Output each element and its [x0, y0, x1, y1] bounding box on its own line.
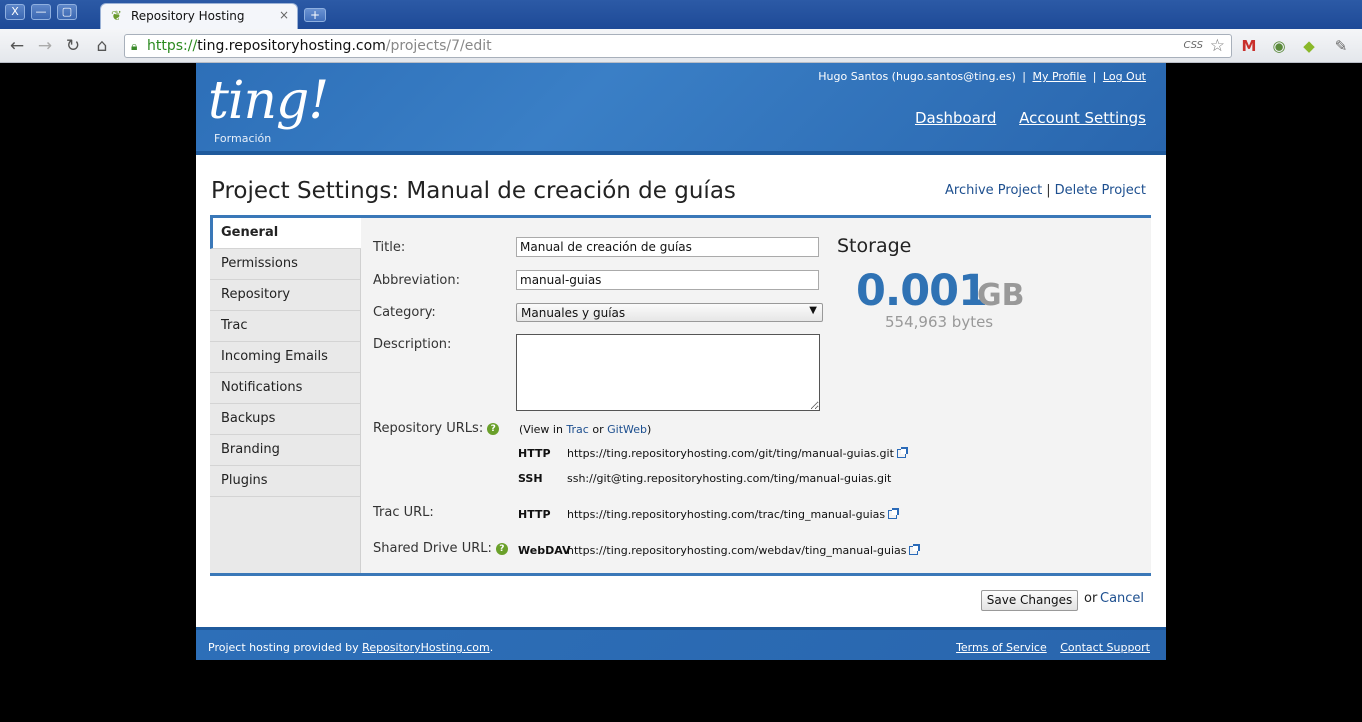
trac-url-label: Trac URL: — [373, 505, 434, 520]
my-profile-link[interactable]: My Profile — [1032, 70, 1086, 83]
user-bar: Hugo Santos (hugo.santos@ting.es) | My P… — [818, 70, 1146, 83]
feedly-extension-icon[interactable]: ◆ — [1298, 35, 1320, 57]
dropdown-arrow-icon: ▼ — [809, 305, 817, 316]
repo-http-url[interactable]: https://ting.repositoryhosting.com/git/t… — [567, 447, 908, 460]
or-text: or — [1084, 591, 1098, 606]
repo-ssh-url: ssh://git@ting.repositoryhosting.com/tin… — [567, 472, 892, 485]
repo-ssh-protocol: SSH — [518, 472, 543, 485]
view-in-links: (View in Trac or GitWeb) — [519, 423, 652, 436]
reload-icon[interactable]: ↻ — [62, 35, 84, 57]
external-link-icon[interactable] — [896, 447, 908, 458]
window-close-button[interactable]: X — [5, 4, 25, 20]
site-footer: Project hosting provided by RepositoryHo… — [196, 627, 1166, 660]
external-link-icon[interactable] — [888, 508, 900, 519]
separator: | — [1046, 183, 1051, 198]
trac-url[interactable]: https://ting.repositoryhosting.com/trac/… — [567, 508, 900, 521]
settings-sidebar: General Permissions Repository Trac Inco… — [210, 218, 361, 573]
window-minimize-button[interactable]: — — [31, 4, 51, 20]
browser-tab-bar: X — ▢ ❦ Repository Hosting × + — [0, 0, 1362, 29]
sidebar-item-incoming-emails[interactable]: Incoming Emails — [210, 342, 360, 373]
site-header: ting! Formación Hugo Santos (hugo.santos… — [196, 63, 1166, 155]
sidebar-item-permissions[interactable]: Permissions — [210, 249, 360, 280]
sidebar-item-notifications[interactable]: Notifications — [210, 373, 360, 404]
repository-urls-label: Repository URLs:? — [373, 421, 500, 436]
storage-value: 0.001 — [856, 266, 988, 316]
address-bar[interactable]: 🔒︎ https://ting.repositoryhosting.com/pr… — [124, 34, 1232, 58]
page-title: Project Settings: Manual de creación de … — [211, 178, 736, 204]
address-url: https://ting.repositoryhosting.com/proje… — [147, 38, 492, 54]
dashboard-link[interactable]: Dashboard — [915, 109, 996, 127]
organization-name: Formación — [214, 132, 272, 145]
web-page: ting! Formación Hugo Santos (hugo.santos… — [196, 63, 1166, 660]
save-changes-button[interactable]: Save Changes — [981, 590, 1078, 611]
leaf-favicon-icon: ❦ — [111, 9, 122, 24]
title-label: Title: — [373, 240, 406, 255]
settings-panel: General Permissions Repository Trac Inco… — [210, 215, 1151, 576]
sidebar-item-backups[interactable]: Backups — [210, 404, 360, 435]
footer-credit: Project hosting provided by RepositoryHo… — [208, 641, 494, 654]
archive-project-link[interactable]: Archive Project — [945, 183, 1042, 198]
log-out-link[interactable]: Log Out — [1103, 70, 1146, 83]
sidebar-item-branding[interactable]: Branding — [210, 435, 360, 466]
storage-unit: GB — [977, 278, 1025, 313]
category-label: Category: — [373, 305, 436, 320]
terms-of-service-link[interactable]: Terms of Service — [956, 641, 1047, 654]
sidebar-item-trac[interactable]: Trac — [210, 311, 360, 342]
evernote-extension-icon[interactable]: ◉ — [1268, 35, 1290, 57]
back-icon[interactable]: ← — [6, 35, 28, 57]
browser-tab[interactable]: ❦ Repository Hosting × — [100, 3, 298, 29]
lock-icon: 🔒︎ — [131, 39, 138, 53]
title-input[interactable] — [516, 237, 819, 257]
abbreviation-input[interactable] — [516, 270, 819, 290]
category-select[interactable]: Manuales y guías ▼ — [516, 303, 823, 322]
description-label: Description: — [373, 337, 452, 352]
forward-icon[interactable]: → — [34, 35, 56, 57]
browser-toolbar: ← → ↻ ⌂ 🔒︎ https://ting.repositoryhostin… — [0, 29, 1362, 63]
contact-support-link[interactable]: Contact Support — [1060, 641, 1150, 654]
bookmark-star-icon[interactable]: ☆ — [1210, 36, 1225, 56]
webdav-protocol: WebDAV — [518, 544, 571, 557]
new-tab-button[interactable]: + — [304, 8, 326, 22]
css-indicator[interactable]: CSS — [1183, 40, 1203, 51]
tab-close-icon[interactable]: × — [279, 8, 289, 22]
project-actions: Archive Project | Delete Project — [945, 183, 1146, 198]
tab-title: Repository Hosting — [131, 9, 245, 23]
shared-drive-url[interactable]: https://ting.repositoryhosting.com/webda… — [567, 544, 921, 557]
repo-http-protocol: HTTP — [518, 447, 551, 460]
user-name: Hugo Santos (hugo.santos@ting.es) — [818, 70, 1016, 83]
repositoryhosting-link[interactable]: RepositoryHosting.com — [362, 641, 490, 654]
account-settings-link[interactable]: Account Settings — [1019, 109, 1146, 127]
shared-drive-url-label: Shared Drive URL:? — [373, 541, 508, 556]
wrench-menu-icon[interactable]: ✎ — [1330, 35, 1352, 57]
help-icon[interactable]: ? — [495, 543, 508, 555]
view-in-gitweb-link[interactable]: GitWeb — [607, 423, 647, 436]
top-navigation: Dashboard Account Settings — [897, 109, 1146, 127]
trac-http-protocol: HTTP — [518, 508, 551, 521]
delete-project-link[interactable]: Delete Project — [1055, 183, 1146, 198]
gmail-extension-icon[interactable]: M — [1238, 35, 1260, 57]
description-textarea[interactable] — [516, 334, 820, 411]
category-selected-value: Manuales y guías — [521, 306, 626, 320]
home-icon[interactable]: ⌂ — [91, 35, 113, 57]
ting-logo[interactable]: ting! — [208, 71, 329, 131]
sidebar-item-general[interactable]: General — [210, 218, 361, 249]
storage-heading: Storage — [837, 235, 912, 257]
separator: | — [1022, 70, 1026, 83]
separator: | — [1092, 70, 1097, 83]
footer-links: Terms of Service Contact Support — [946, 641, 1150, 654]
help-icon[interactable]: ? — [487, 423, 500, 435]
view-in-trac-link[interactable]: Trac — [566, 423, 588, 436]
sidebar-item-plugins[interactable]: Plugins — [210, 466, 360, 497]
external-link-icon[interactable] — [909, 544, 921, 555]
cancel-link[interactable]: Cancel — [1100, 591, 1144, 606]
window-maximize-button[interactable]: ▢ — [57, 4, 77, 20]
abbreviation-label: Abbreviation: — [373, 273, 461, 288]
sidebar-item-repository[interactable]: Repository — [210, 280, 360, 311]
storage-bytes: 554,963 bytes — [885, 313, 994, 331]
